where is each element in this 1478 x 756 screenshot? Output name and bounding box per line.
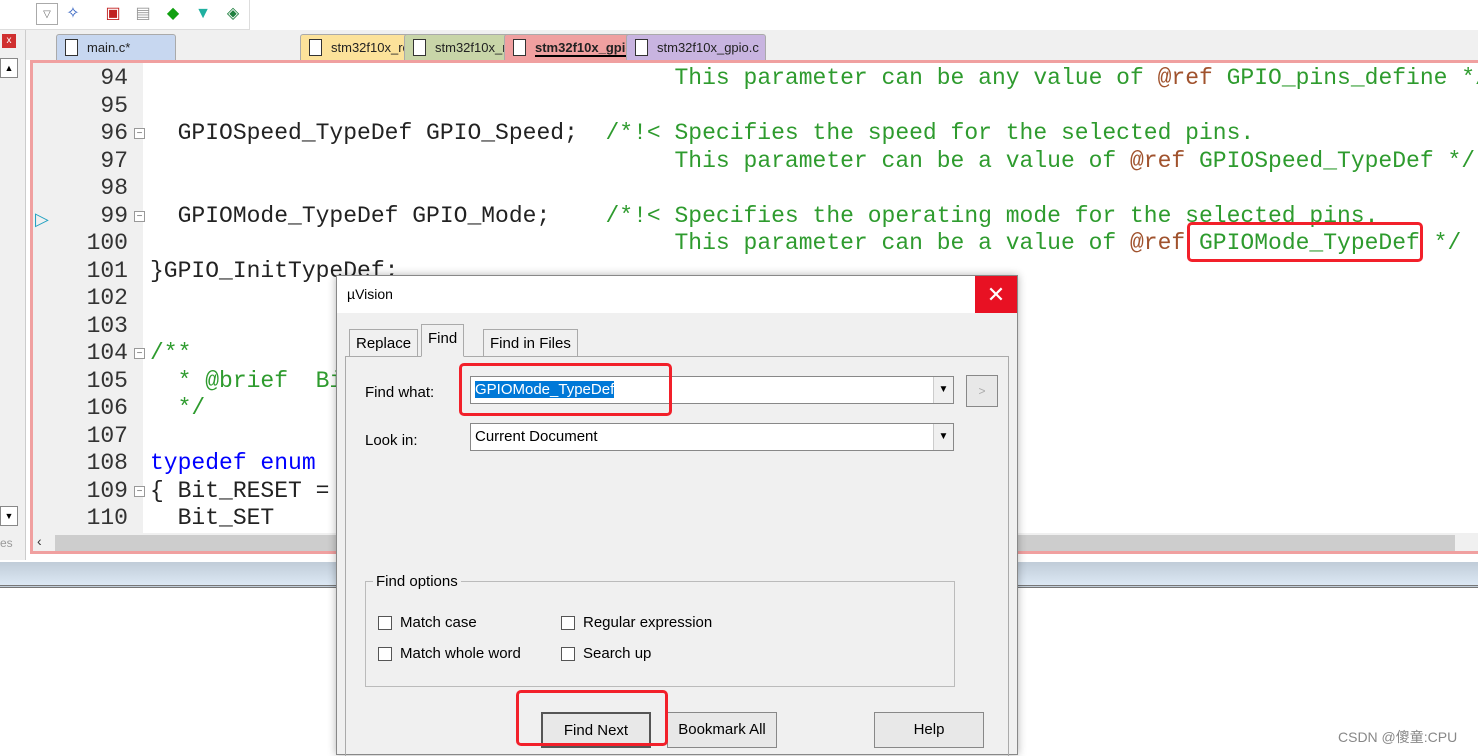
fold-toggle-icon[interactable]: − <box>134 485 145 497</box>
code-line: 98 <box>33 175 1478 202</box>
scroll-left-icon[interactable]: ‹ <box>37 533 42 549</box>
tab-replace[interactable]: Replace <box>349 329 419 357</box>
highlight-box-find <box>459 363 672 416</box>
line-number: 107 <box>86 422 128 449</box>
line-number: 105 <box>86 367 128 394</box>
highlight-box-find-next <box>516 690 668 746</box>
line-number: 104 <box>86 340 128 366</box>
filter-icon[interactable]: ▼ <box>192 3 214 25</box>
file-icon <box>413 39 426 56</box>
help-button[interactable]: Help <box>874 712 984 748</box>
file-icon <box>513 39 526 56</box>
code-line: 94 This parameter can be any value of @r… <box>33 65 1478 92</box>
dialog-title-bar: µVision ✕ <box>337 276 1017 313</box>
file-tab[interactable]: stm32f10x_gpio.c <box>626 34 766 60</box>
scroll-up-button[interactable]: ▲ <box>0 58 18 78</box>
code-line: 95 <box>33 93 1478 120</box>
fold-toggle-icon[interactable]: − <box>134 348 145 359</box>
line-number: 108 <box>86 450 128 476</box>
toolbar: ▽ ✧ ▣ ▤ ◆ ▼ ◈ <box>0 0 250 30</box>
line-number: 110 <box>86 505 128 531</box>
line-number: 98 <box>100 175 128 201</box>
wand-icon[interactable]: ✧ <box>62 3 84 25</box>
code-text: /** <box>150 340 192 366</box>
line-number: 96 <box>100 120 128 146</box>
left-panel: x ▲ ▼ es <box>0 30 26 560</box>
line-number: 109 <box>86 477 128 504</box>
highlight-box-code <box>1187 222 1423 262</box>
look-in-value: Current Document <box>475 428 598 445</box>
chevron-down-icon[interactable]: ▼ <box>933 424 953 450</box>
tab-find[interactable]: Find <box>421 324 465 357</box>
windows-icon[interactable]: ▤ <box>132 3 154 25</box>
package-icon[interactable]: ◈ <box>222 3 244 25</box>
find-tab-panel <box>345 356 1009 756</box>
find-what-label: Find what: <box>365 384 435 401</box>
tab-find-in-files[interactable]: Find in Files <box>483 329 578 357</box>
scroll-down-button[interactable]: ▼ <box>0 506 18 526</box>
line-number: 106 <box>86 395 128 421</box>
code-text: This parameter can be a value of @ref GP… <box>674 147 1476 174</box>
chevron-down-icon[interactable]: ▼ <box>933 377 953 403</box>
search-up-checkbox[interactable]: Search up <box>561 645 651 662</box>
regular-expression-checkbox[interactable]: Regular expression <box>561 614 712 631</box>
history-button[interactable]: > <box>966 375 998 407</box>
line-number: 94 <box>100 65 128 91</box>
code-text: GPIOSpeed_TypeDef GPIO_Speed; /*!< Speci… <box>150 120 1255 146</box>
dialog-close-button[interactable]: ✕ <box>975 276 1017 313</box>
panel-tab-label[interactable]: es <box>0 536 13 550</box>
match-case-checkbox[interactable]: Match case <box>378 614 477 631</box>
code-line: 97 This parameter can be a value of @ref… <box>33 148 1478 175</box>
build-icon[interactable]: ▣ <box>102 3 124 25</box>
code-text: * @brief Bi <box>150 367 344 394</box>
dropdown-arrow-icon[interactable]: ▽ <box>36 3 58 25</box>
dialog-title: µVision <box>347 286 393 302</box>
find-dialog: µVision ✕ Replace Find Find in Files Fin… <box>336 275 1018 756</box>
line-number: 95 <box>100 92 128 119</box>
current-line-marker-icon: ▷ <box>35 208 49 230</box>
watermark: CSDN @傻童:CPU <box>1338 729 1458 745</box>
line-number: 101 <box>86 257 128 284</box>
file-tab-bar: main.c* stm32f10x_rcc.c stm32f10x_rcc.h stm… <box>26 30 1478 60</box>
file-icon <box>65 39 78 56</box>
code-text: */ <box>150 395 206 421</box>
file-tab[interactable]: main.c* <box>56 34 176 60</box>
file-icon <box>635 39 648 56</box>
look-in-label: Look in: <box>365 432 418 449</box>
look-in-combobox[interactable]: Current Document ▼ <box>470 423 954 451</box>
match-whole-word-checkbox[interactable]: Match whole word <box>378 645 521 662</box>
fold-toggle-icon[interactable]: − <box>134 210 145 222</box>
close-icon[interactable]: x <box>2 34 16 48</box>
find-options-title: Find options <box>373 573 461 590</box>
code-text: { Bit_RESET = <box>150 477 330 504</box>
file-tab-label: main.c* <box>87 40 131 55</box>
find-options-group <box>365 581 955 687</box>
line-number: 103 <box>86 312 128 339</box>
file-tab-label: stm32f10x_gpio.c <box>657 40 759 55</box>
diamond-icon[interactable]: ◆ <box>162 3 184 25</box>
file-icon <box>309 39 322 56</box>
code-line: 96− GPIOSpeed_TypeDef GPIO_Speed; /*!< S… <box>33 120 1478 147</box>
bookmark-all-button[interactable]: Bookmark All <box>667 712 777 748</box>
line-number: 102 <box>86 285 128 311</box>
fold-toggle-icon[interactable]: − <box>134 128 145 139</box>
code-text: typedef enum <box>150 450 316 476</box>
code-text: This parameter can be any value of @ref … <box>674 65 1478 91</box>
code-text: Bit_SET <box>150 505 275 531</box>
line-number: 100 <box>86 230 128 256</box>
line-number: 97 <box>100 147 128 174</box>
